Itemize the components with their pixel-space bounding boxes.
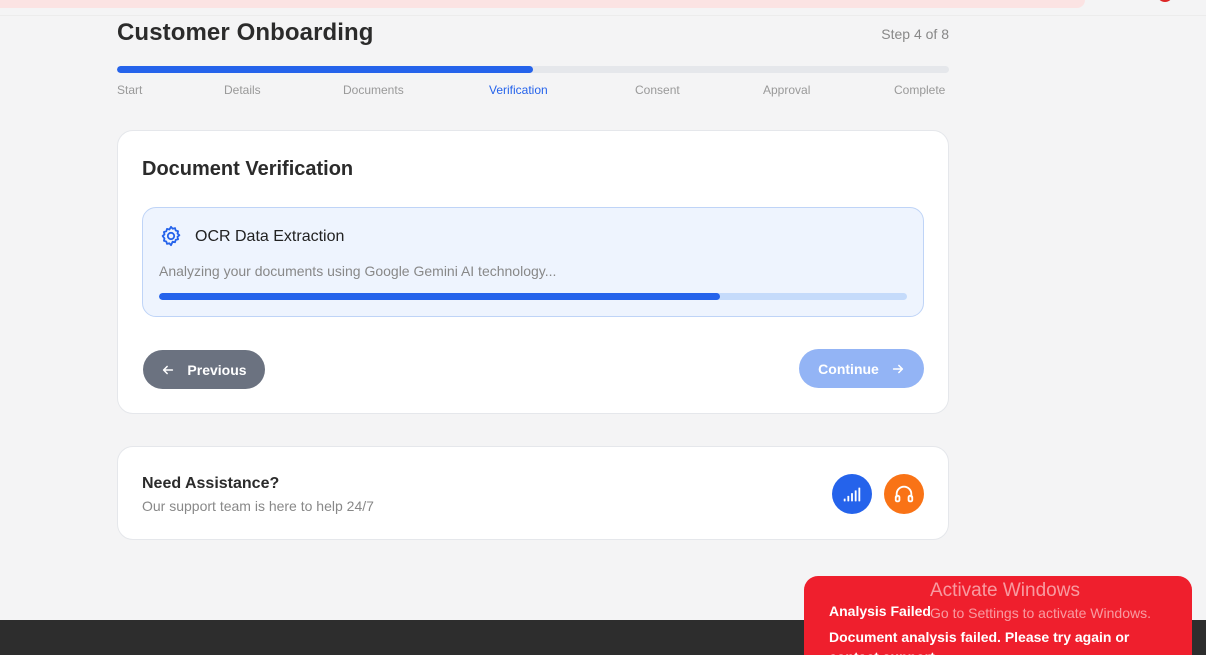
assistance-card: Need Assistance? Our support team is her… [117, 446, 949, 540]
arrow-right-icon [892, 364, 903, 373]
activate-windows-title: Activate Windows [930, 580, 1080, 601]
continue-button[interactable]: Continue [799, 349, 924, 388]
step-complete: Complete [894, 83, 946, 97]
step-details: Details [224, 83, 261, 97]
signal-bars-icon [843, 487, 861, 502]
ocr-description: Analyzing your documents using Google Ge… [159, 263, 557, 279]
activate-windows-subtitle: Go to Settings to activate Windows. [930, 605, 1151, 621]
step-start: Start [117, 83, 143, 97]
toast-message: Document analysis failed. Please try aga… [829, 629, 1130, 655]
ocr-status-panel: OCR Data Extraction Analyzing your docum… [142, 207, 924, 317]
verification-card: Document Verification OCR Data Extractio… [117, 130, 949, 414]
step-approval: Approval [763, 83, 811, 97]
onboarding-progress-bar [117, 66, 949, 73]
header-divider [0, 15, 1206, 16]
ocr-progress-fill [159, 293, 720, 300]
toast-title: Analysis Failed [829, 603, 931, 619]
verification-title: Document Verification [142, 158, 354, 180]
previous-label: Previous [187, 361, 247, 378]
support-button[interactable] [884, 474, 924, 514]
step-consent: Consent [635, 83, 680, 97]
step-labels: Start Details Documents Verification Con… [0, 83, 1206, 99]
page-title: Customer Onboarding [117, 19, 374, 46]
continue-label: Continue [818, 360, 879, 377]
headset-icon [894, 485, 914, 503]
notification-dot [1157, 0, 1173, 2]
arrow-left-icon [163, 365, 174, 374]
gear-icon [159, 224, 183, 248]
assistance-title: Need Assistance? [142, 475, 280, 492]
signal-button[interactable] [832, 474, 872, 514]
step-documents: Documents [343, 83, 404, 97]
assistance-subtitle: Our support team is here to help 24/7 [142, 498, 374, 514]
onboarding-progress-fill [117, 66, 533, 73]
top-banner-strip [0, 0, 1085, 8]
step-counter: Step 4 of 8 [881, 26, 949, 42]
step-verification: Verification [489, 83, 548, 97]
ocr-progress-bar [159, 293, 907, 300]
previous-button[interactable]: Previous [143, 350, 265, 389]
ocr-title: OCR Data Extraction [195, 228, 345, 245]
